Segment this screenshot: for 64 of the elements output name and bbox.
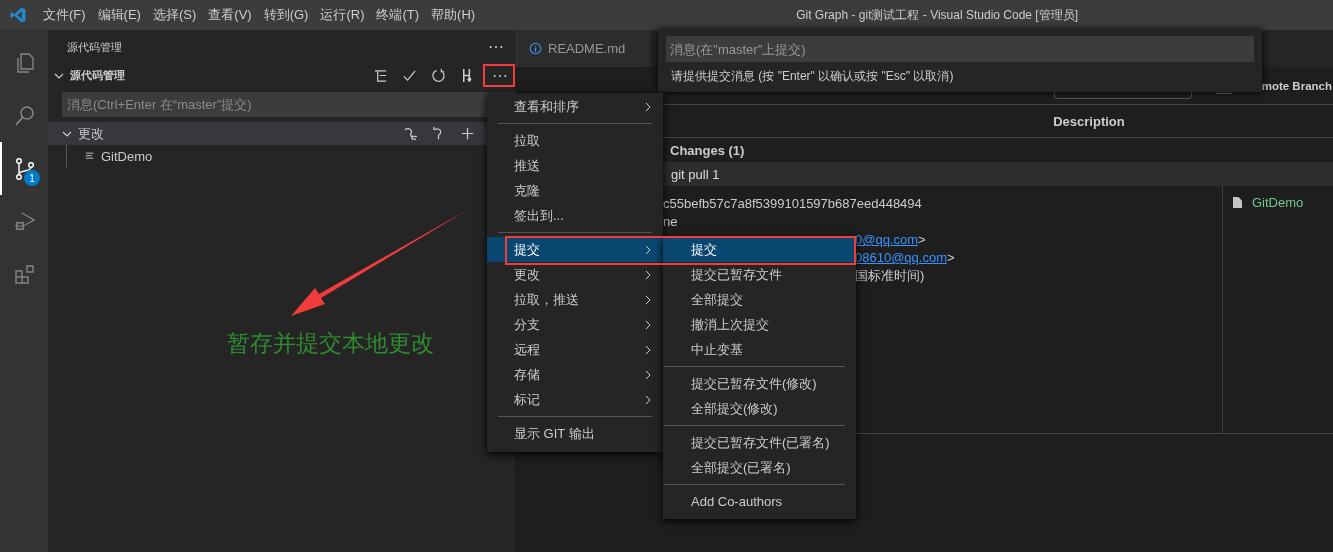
menu-item[interactable]: 全部提交(修改) — [663, 396, 856, 421]
source-control-icon — [13, 156, 37, 181]
annotation-text: 暂存并提交本地更改 — [227, 329, 434, 358]
more-icon[interactable] — [489, 45, 503, 49]
menu-item[interactable]: 签出到... — [487, 203, 663, 228]
menu-item[interactable]: 查看(V) — [202, 6, 258, 24]
menu-item[interactable]: 中止变基 — [663, 337, 856, 362]
menu-item[interactable]: 全部提交(已署名) — [663, 455, 856, 480]
menu-item[interactable]: 拉取 — [487, 128, 663, 153]
email-link[interactable]: 08610@qq.com — [855, 250, 947, 265]
quick-input-message: 请提供提交消息 (按 "Enter" 以确认或按 "Esc" 以取消) — [670, 68, 955, 85]
extensions-icon — [13, 262, 37, 287]
checkbox-label: mote Branch — [1261, 79, 1332, 92]
menu-item[interactable]: 显示 GIT 输出 — [487, 421, 663, 446]
vscode-logo-icon — [9, 6, 27, 24]
discard-icon[interactable] — [402, 126, 417, 141]
plus-icon[interactable] — [460, 126, 475, 141]
commit-message-field[interactable]: 消息(在"master"上提交) — [666, 36, 1254, 62]
file-name[interactable]: GitDemo — [101, 148, 153, 164]
checkmark-icon[interactable] — [402, 68, 417, 83]
menu-item[interactable]: 拉取，推送 — [487, 287, 663, 312]
info-icon — [529, 42, 542, 55]
column-header: Description — [1053, 113, 1125, 129]
highlight-frame — [483, 64, 515, 87]
file-icon — [1233, 197, 1242, 208]
sidebar-title: 源代码管理 — [67, 39, 122, 55]
menu-item[interactable]: 更改 — [487, 262, 663, 287]
menu-item[interactable]: 文件(F) — [37, 6, 92, 24]
uncommitted-label: Changes (1) — [670, 142, 745, 158]
menu-item[interactable]: 提交 — [487, 237, 663, 262]
group-label: 更改 — [78, 124, 104, 143]
menu-item[interactable]: 提交已暂存文件(修改) — [663, 371, 856, 396]
commit-detail-text: ne — [663, 213, 678, 231]
menu-item[interactable]: 编辑(E) — [91, 6, 147, 24]
search-icon — [13, 103, 37, 128]
window-title: Git Graph - git测试工程 - Visual Studio Code [管理员] — [795, 6, 1079, 24]
file-lines-icon — [85, 151, 95, 161]
commit-message-field[interactable]: 消息(Ctrl+Enter 在“master”提交) — [62, 92, 515, 117]
count-badge: 1 — [24, 170, 40, 186]
menu-item[interactable]: 提交已暂存文件 — [663, 262, 856, 287]
menu-item[interactable]: 分支 — [487, 312, 663, 337]
menu-item[interactable]: 提交 — [663, 237, 856, 262]
menu-item[interactable]: 运行(R) — [314, 6, 371, 24]
menu-item[interactable]: 转到(G) — [257, 6, 315, 24]
menu-item[interactable]: 全部提交 — [663, 287, 856, 312]
menu-item[interactable]: 帮助(H) — [425, 6, 482, 24]
commit-hash: c55befb57c7a8f5399101597b687eed448494 — [663, 195, 922, 213]
menu-item[interactable]: 标记 — [487, 387, 663, 412]
editor-tab[interactable]: README.md — [515, 30, 650, 67]
file-name[interactable]: GitDemo — [1252, 195, 1304, 210]
menu-item[interactable]: 存储 — [487, 362, 663, 387]
menu-item[interactable]: 远程 — [487, 337, 663, 362]
menu-item[interactable]: Add Co-authors — [663, 489, 856, 514]
menu-item[interactable]: 终端(T) — [370, 6, 426, 24]
email-link[interactable]: 0@qq.com — [855, 232, 919, 247]
refresh-icon[interactable] — [431, 68, 446, 83]
menu-item[interactable]: 选择(S) — [146, 6, 203, 24]
list-icon[interactable] — [373, 68, 388, 83]
commit-date: 国标准时间) — [855, 267, 925, 285]
menu-item[interactable]: 撤消上次提交 — [663, 312, 856, 337]
section-title: 源代码管理 — [70, 68, 125, 83]
menu-item[interactable]: 提交已暂存文件(已署名) — [663, 430, 856, 455]
bracket-text: > — [947, 250, 955, 265]
bracket-text: > — [918, 232, 926, 247]
